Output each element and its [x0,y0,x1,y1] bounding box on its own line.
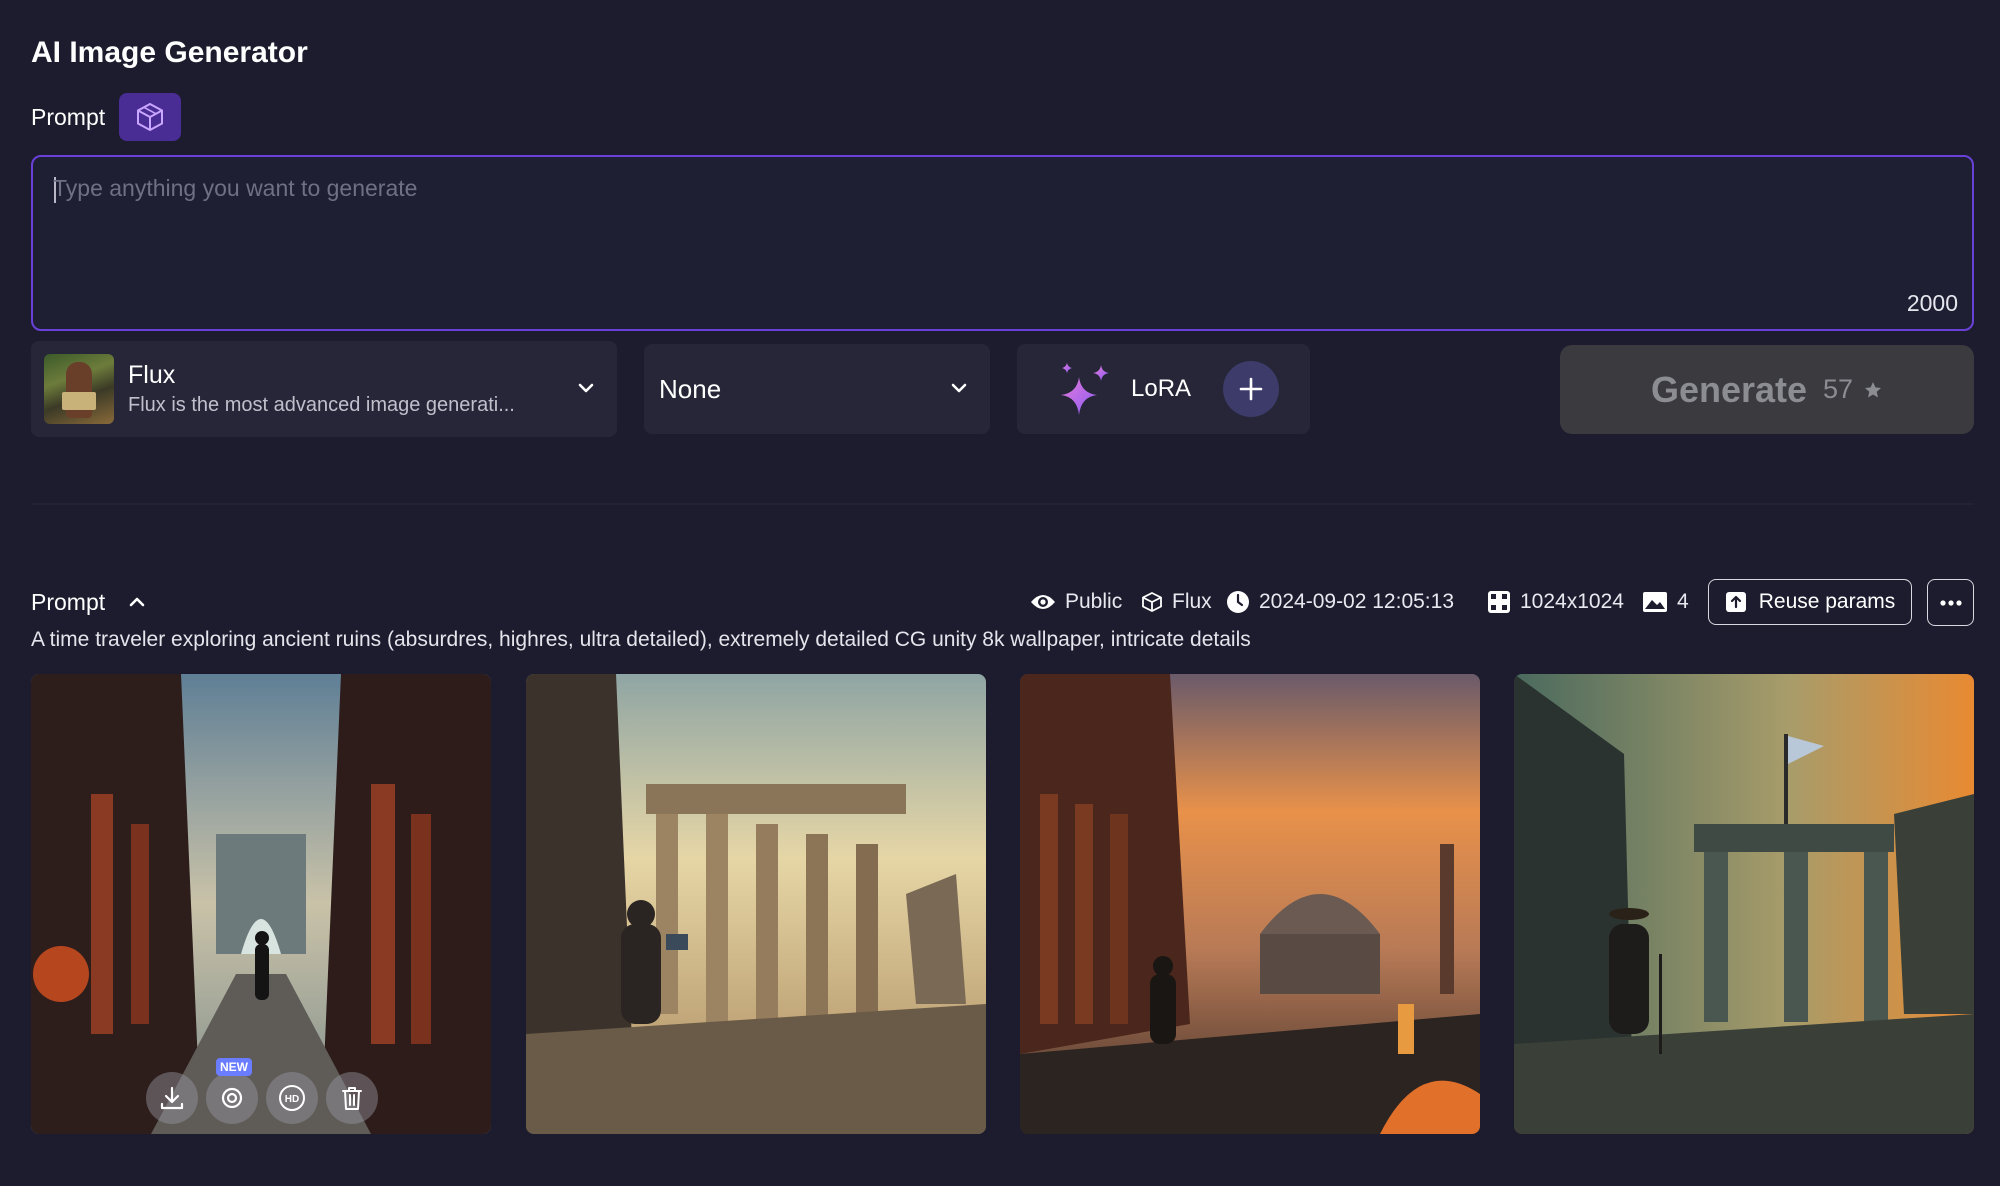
reuse-params-button[interactable]: Reuse params [1708,579,1912,625]
model-description: Flux is the most advanced image generati… [128,394,515,416]
generated-image-4[interactable] [1514,674,1974,1134]
plus-icon [1239,377,1263,401]
hd-icon: HD [279,1085,305,1111]
new-badge: NEW [216,1058,252,1076]
sparkle-icon [1061,363,1109,415]
timestamp-text: 2024-09-02 12:05:13 [1259,590,1454,613]
prompt-input-box[interactable]: 2000 [31,155,1974,331]
meta-resolution: 1024x1024 [1487,584,1624,620]
more-options-button[interactable] [1927,579,1974,626]
download-icon [160,1086,184,1110]
svg-text:HD: HD [285,1094,299,1105]
style-select[interactable]: None [644,344,990,434]
generate-button[interactable]: Generate 57 [1560,345,1974,434]
history-prompt-text: A time traveler exploring ancient ruins … [31,628,1251,651]
prompt-label: Prompt [31,103,106,130]
meta-model: Flux [1141,584,1212,620]
meta-image-count: 4 [1642,584,1689,620]
image-actions: NEW HD [146,1058,378,1124]
reuse-params-label: Reuse params [1758,590,1896,613]
variation-icon [221,1087,243,1109]
image-icon [1643,592,1667,612]
download-button[interactable] [146,1072,198,1124]
trash-icon [342,1087,362,1110]
cube-icon [137,102,164,132]
history-header: Prompt [31,584,147,620]
prompt-cube-button[interactable] [119,93,182,141]
star-icon [1865,381,1882,397]
page-title: AI Image Generator [31,36,308,69]
prompt-input[interactable] [53,175,1933,285]
upscale-hd-button[interactable]: HD [266,1072,318,1124]
model-select[interactable]: Flux Flux is the most advanced image gen… [31,341,617,437]
model-name: Flux [128,361,176,389]
cube-icon [1142,591,1162,613]
style-select-value: None [659,373,722,404]
chevron-down-icon [578,383,594,393]
model-thumbnail [44,354,114,424]
generated-image-3[interactable] [1020,674,1480,1134]
more-icon [1939,599,1962,606]
generated-image-1[interactable]: NEW HD [31,674,491,1134]
visibility-text: Public [1065,590,1123,613]
credit-count: 57 [1823,374,1854,404]
generate-label: Generate [1650,368,1808,410]
eye-icon [1031,595,1055,609]
add-lora-button[interactable] [1223,361,1280,417]
delete-button[interactable] [326,1072,378,1124]
collapse-toggle[interactable] [127,592,147,612]
image-count-text: 4 [1677,590,1689,613]
resolution-icon [1488,591,1510,613]
meta-timestamp: 2024-09-02 12:05:13 [1226,584,1454,620]
chevron-up-icon [129,597,145,607]
chevron-down-icon [951,383,967,393]
resolution-text: 1024x1024 [1520,590,1624,613]
clock-icon [1227,591,1249,613]
lora-panel: LoRA [1017,344,1310,434]
meta-visibility: Public [1030,584,1122,620]
variation-button[interactable]: NEW [206,1058,258,1124]
upload-icon [1725,592,1746,612]
lora-label: LoRA [1131,375,1192,402]
prompt-header: Prompt [31,93,182,141]
char-limit: 2000 [1906,290,1958,316]
generated-image-2[interactable] [526,674,986,1134]
model-text: Flux [1172,590,1212,613]
history-prompt-label: Prompt [31,588,106,615]
section-divider [31,503,1974,505]
